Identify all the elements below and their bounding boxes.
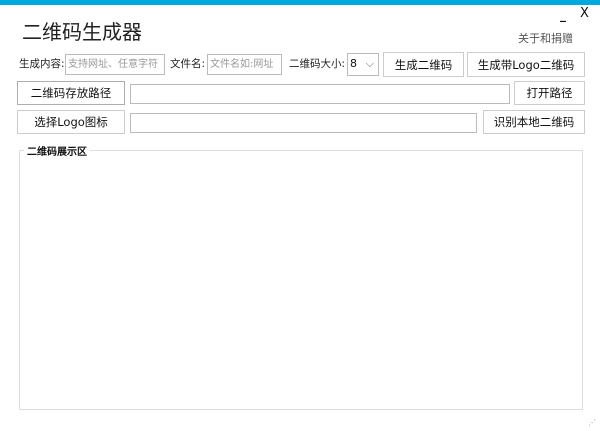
logo-path-input[interactable] — [130, 113, 477, 133]
about-donate-link[interactable]: 关于和捐赠 — [518, 30, 573, 46]
minimize-button[interactable]: _ — [560, 8, 566, 22]
qr-display-label: 二维码展示区 — [24, 143, 90, 158]
recognize-button[interactable]: 识别本地二维码 — [483, 110, 585, 134]
size-select[interactable]: 8 ⌵ — [347, 53, 379, 76]
generate-button[interactable]: 生成二维码 — [383, 52, 464, 77]
title-bar-accent — [0, 0, 600, 5]
filename-input[interactable]: 文件名如:网址 — [207, 54, 282, 75]
size-value: 8 — [350, 57, 357, 70]
generate-logo-button[interactable]: 生成带Logo二维码 — [467, 52, 585, 77]
content-label: 生成内容: — [19, 58, 65, 70]
chevron-down-icon: ⌵ — [365, 57, 374, 70]
close-button[interactable]: X — [580, 6, 589, 21]
resize-grip-icon[interactable]: ⋰ — [588, 418, 596, 427]
size-label: 二维码大小: — [289, 58, 346, 70]
select-logo-button[interactable]: 选择Logo图标 — [17, 110, 125, 134]
save-path-input[interactable] — [130, 84, 510, 104]
app-title: 二维码生成器 — [22, 20, 142, 44]
content-input[interactable]: 支持网址、任意字符 — [65, 54, 165, 75]
save-path-button[interactable]: 二维码存放路径 — [17, 81, 125, 105]
qr-display-area — [19, 150, 583, 410]
filename-label: 文件名: — [170, 58, 206, 70]
open-path-button[interactable]: 打开路径 — [514, 81, 585, 105]
